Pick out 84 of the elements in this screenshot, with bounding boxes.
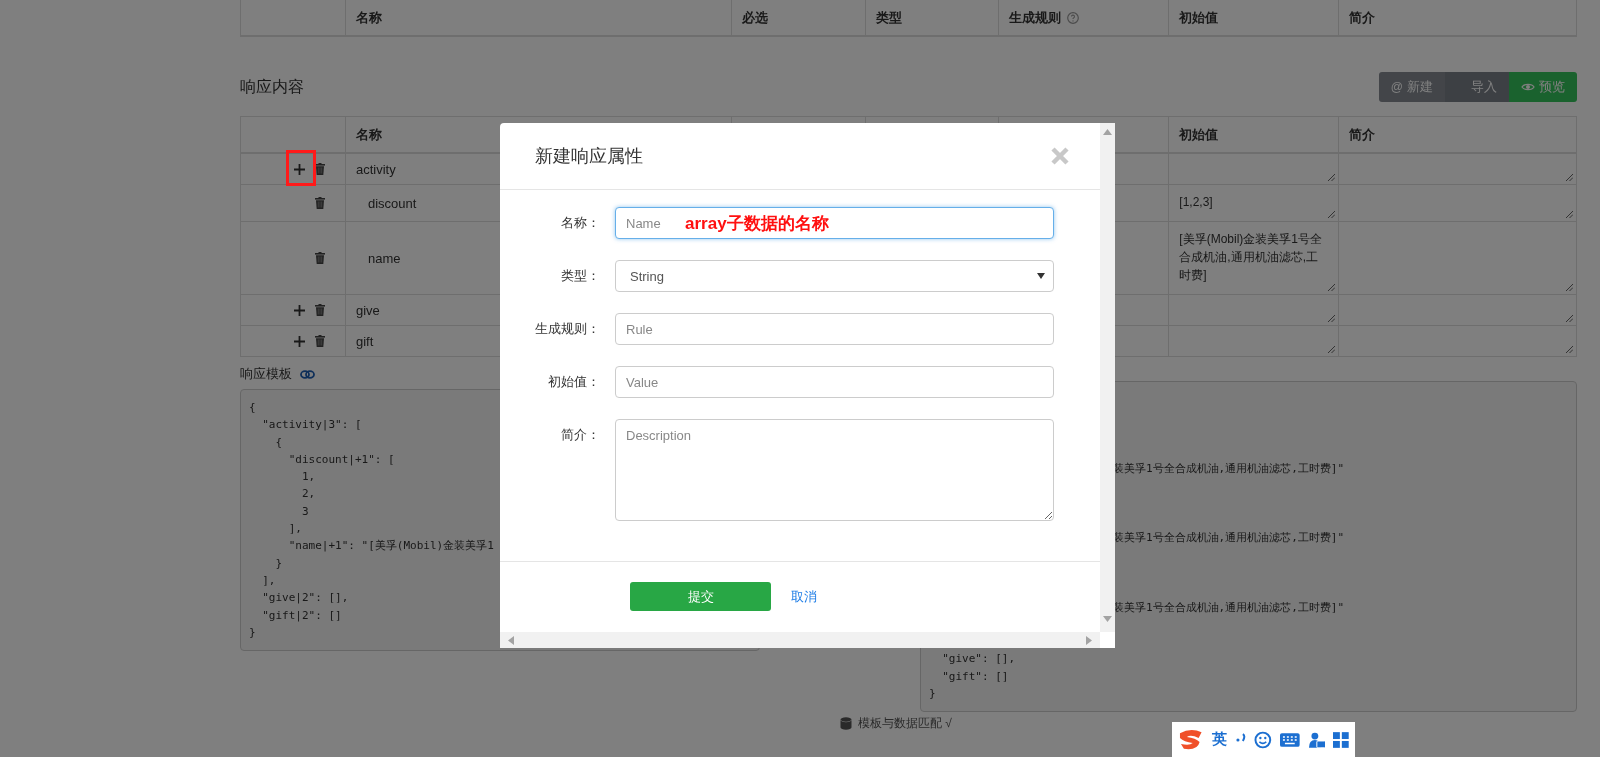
resize-grip-icon: [1327, 173, 1336, 181]
scroll-right-icon[interactable]: [1086, 635, 1092, 645]
code-line: "activity|3": [: [261, 417, 362, 434]
dropdown-arrow-icon: [1037, 273, 1045, 279]
field-label: 类型：: [560, 267, 601, 285]
resize-grip-icon: [1565, 210, 1573, 218]
code-line: "give": [],: [941, 651, 1016, 668]
resize-grip-icon: [1327, 210, 1336, 218]
input-field[interactable]: Value: [615, 366, 1054, 398]
column-header: 生成规则: [1009, 8, 1062, 27]
field-name: give: [355, 302, 380, 318]
code-line: 2,: [300, 486, 316, 503]
column-header: 类型: [875, 8, 902, 27]
type-select[interactable]: String: [615, 260, 1054, 292]
code-line: "discount|+1": [: [287, 451, 395, 468]
match-status: 模板与数据匹配 √: [858, 716, 952, 731]
resize-grip-icon: [1565, 345, 1573, 353]
vertical-scrollbar[interactable]: [1100, 123, 1115, 632]
column-header: 名称: [355, 8, 382, 27]
database-icon: [840, 716, 852, 730]
field-name: activity: [355, 161, 396, 177]
input-field[interactable]: Rule: [615, 313, 1054, 345]
plus-icon[interactable]: [293, 163, 305, 175]
user-icon[interactable]: [1307, 730, 1326, 749]
field-name: name: [366, 250, 401, 266]
scroll-down-icon[interactable]: [1103, 616, 1112, 622]
code-line: "gift": []: [941, 668, 1009, 685]
code-line: "name|+1": "[美孚(Mobil)金装美孚1: [287, 538, 494, 555]
section-title: 响应内容: [240, 76, 304, 97]
dialog-title: 新建响应属性: [535, 145, 643, 168]
column-header: 名称: [355, 125, 382, 144]
code-line: }: [929, 686, 936, 703]
eye-icon: [1521, 82, 1535, 92]
code-line: "gift|2": []: [261, 607, 342, 624]
column-header: 简介: [1349, 125, 1376, 144]
field-label: 生成规则：: [534, 320, 601, 338]
field-label: 名称：: [560, 214, 601, 232]
language-indicator[interactable]: 英: [1211, 730, 1227, 749]
code-line: ],: [261, 572, 276, 589]
keyboard-icon[interactable]: [1280, 732, 1300, 747]
resize-grip-icon: [1327, 314, 1336, 322]
resize-grip-icon: [1565, 314, 1573, 322]
code-line: }: [274, 555, 283, 572]
logo-icon[interactable]: [1178, 728, 1204, 751]
resize-grip-icon: [1565, 173, 1573, 181]
submit-button[interactable]: 提交: [630, 582, 771, 611]
code-line: {: [274, 434, 283, 451]
code-line: }: [249, 624, 256, 641]
trash-icon[interactable]: [314, 163, 325, 175]
initial-value: [1,2,3]: [1179, 194, 1213, 211]
trash-icon[interactable]: [314, 304, 325, 316]
column-header: 初始值: [1179, 125, 1219, 144]
code-line: ],: [287, 521, 302, 538]
code-line: {: [249, 400, 256, 416]
field-name: gift: [355, 333, 374, 349]
scroll-up-icon[interactable]: [1103, 129, 1112, 135]
resize-grip-icon: [1565, 283, 1573, 291]
resize-grip-icon: [1327, 345, 1336, 353]
code-line: "give|2": [],: [261, 590, 349, 607]
scroll-left-icon[interactable]: [508, 635, 514, 645]
column-header: 必选: [741, 8, 768, 27]
code-line: 1,: [300, 469, 316, 486]
field-name: discount: [366, 195, 417, 211]
plus-icon[interactable]: [293, 304, 305, 316]
column-header: 简介: [1349, 8, 1376, 27]
trash-icon[interactable]: [314, 197, 325, 209]
cancel-link[interactable]: 取消: [791, 587, 817, 606]
template-title: 响应模板: [240, 365, 292, 383]
description-field[interactable]: Description: [615, 419, 1054, 521]
field-label: 简介：: [560, 426, 601, 444]
field-label: 初始值：: [547, 373, 601, 391]
code-line: 3: [300, 503, 309, 520]
initial-value: [美孚(Mobil)金装美孚1号全合成机油,通用机油滤芯,工时费]: [1179, 231, 1323, 284]
plus-icon[interactable]: [293, 335, 305, 347]
horizontal-scrollbar[interactable]: [500, 632, 1100, 648]
grid-icon[interactable]: [1333, 731, 1349, 748]
column-header: 初始值: [1179, 8, 1219, 27]
annotation-text: array子数据的名称: [685, 213, 829, 235]
link-icon[interactable]: [300, 369, 315, 379]
trash-icon[interactable]: [314, 252, 325, 264]
resize-grip-icon: [1327, 283, 1336, 291]
trash-icon[interactable]: [314, 335, 325, 347]
smiley-icon[interactable]: [1254, 730, 1272, 749]
help-icon: [1067, 11, 1080, 24]
